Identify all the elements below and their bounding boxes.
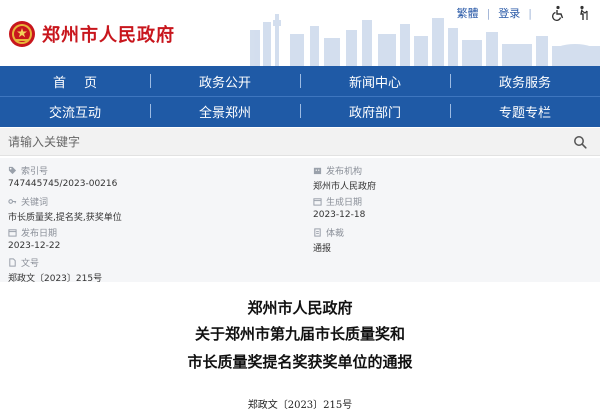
meta-genre: 体裁 通报: [313, 227, 345, 254]
building-icon: [313, 167, 322, 174]
document-title: 郑州市人民政府 关于郑州市第九届市长质量奖和 市长质量奖提名奖获奖单位的通报: [0, 296, 600, 376]
document-metadata: 索引号 747445745/2023-00216 发布机构 郑州市人民政府 关键…: [0, 158, 600, 284]
nav-item-government-affairs[interactable]: 政务公开: [150, 66, 300, 96]
meta-document-number: 文号 郑政文〔2023〕215号: [8, 257, 103, 284]
link-separator: |: [528, 6, 532, 20]
elder-care-icon[interactable]: [576, 5, 592, 21]
traditional-chinese-link[interactable]: 繁體: [457, 5, 479, 21]
nav-item-special-topics[interactable]: 专题专栏: [450, 96, 600, 126]
file-icon: [9, 257, 16, 267]
search-icon: [574, 135, 587, 149]
document-title-issuer: 郑州市人民政府: [247, 299, 353, 317]
nav-row-secondary: 交流互动 全景郑州 政府部门 专题专栏: [0, 96, 600, 126]
nav-item-government-services[interactable]: 政务服务: [450, 66, 600, 96]
meta-publisher: 发布机构 郑州市人民政府: [313, 166, 377, 193]
meta-created-date: 生成日期 2023-12-18: [313, 197, 366, 221]
nav-item-interaction[interactable]: 交流互动: [0, 96, 150, 126]
site-header: 郑州市人民政府 繁體 | 登录 |: [0, 0, 600, 66]
top-links: 繁體 | 登录 |: [457, 5, 592, 21]
site-name: 郑州市人民政府: [42, 25, 175, 46]
meta-index-number: 索引号 747445745/2023-00216: [8, 166, 118, 189]
calendar-icon: [313, 197, 322, 206]
national-emblem-icon: [9, 21, 35, 47]
nav-item-departments[interactable]: 政府部门: [300, 96, 450, 126]
search-input[interactable]: [0, 128, 568, 155]
search-button[interactable]: [568, 130, 592, 154]
nav-item-home[interactable]: 首页: [0, 66, 150, 96]
document-number: 郑政文〔2023〕215号: [247, 400, 353, 411]
search-bar: [0, 128, 600, 156]
calendar-icon: [8, 228, 17, 237]
wheelchair-icon[interactable]: [550, 5, 566, 21]
nav-row-primary: 首页 政务公开 新闻中心 政务服务: [0, 66, 600, 96]
tag-icon: [8, 166, 17, 174]
document-icon: [314, 227, 321, 237]
document-title-line-2: 关于郑州市第九届市长质量奖和: [194, 325, 405, 343]
key-icon: [8, 198, 17, 204]
login-link[interactable]: 登录: [498, 5, 520, 21]
nav-item-news-center[interactable]: 新闻中心: [300, 66, 450, 96]
document-title-line-3: 市长质量奖提名奖获奖单位的通报: [187, 353, 413, 371]
nav-item-panorama[interactable]: 全景郑州: [150, 96, 300, 126]
link-separator: |: [486, 6, 491, 20]
site-logo[interactable]: 郑州市人民政府: [8, 20, 175, 48]
main-navigation: 首页 政务公开 新闻中心 政务服务 交流互动 全景郑州 政府部门 专题专栏: [0, 66, 600, 127]
meta-keywords: 关键词 市长质量奖,提名奖,获奖单位: [8, 197, 122, 224]
meta-published-date: 发布日期 2023-12-22: [8, 228, 61, 252]
